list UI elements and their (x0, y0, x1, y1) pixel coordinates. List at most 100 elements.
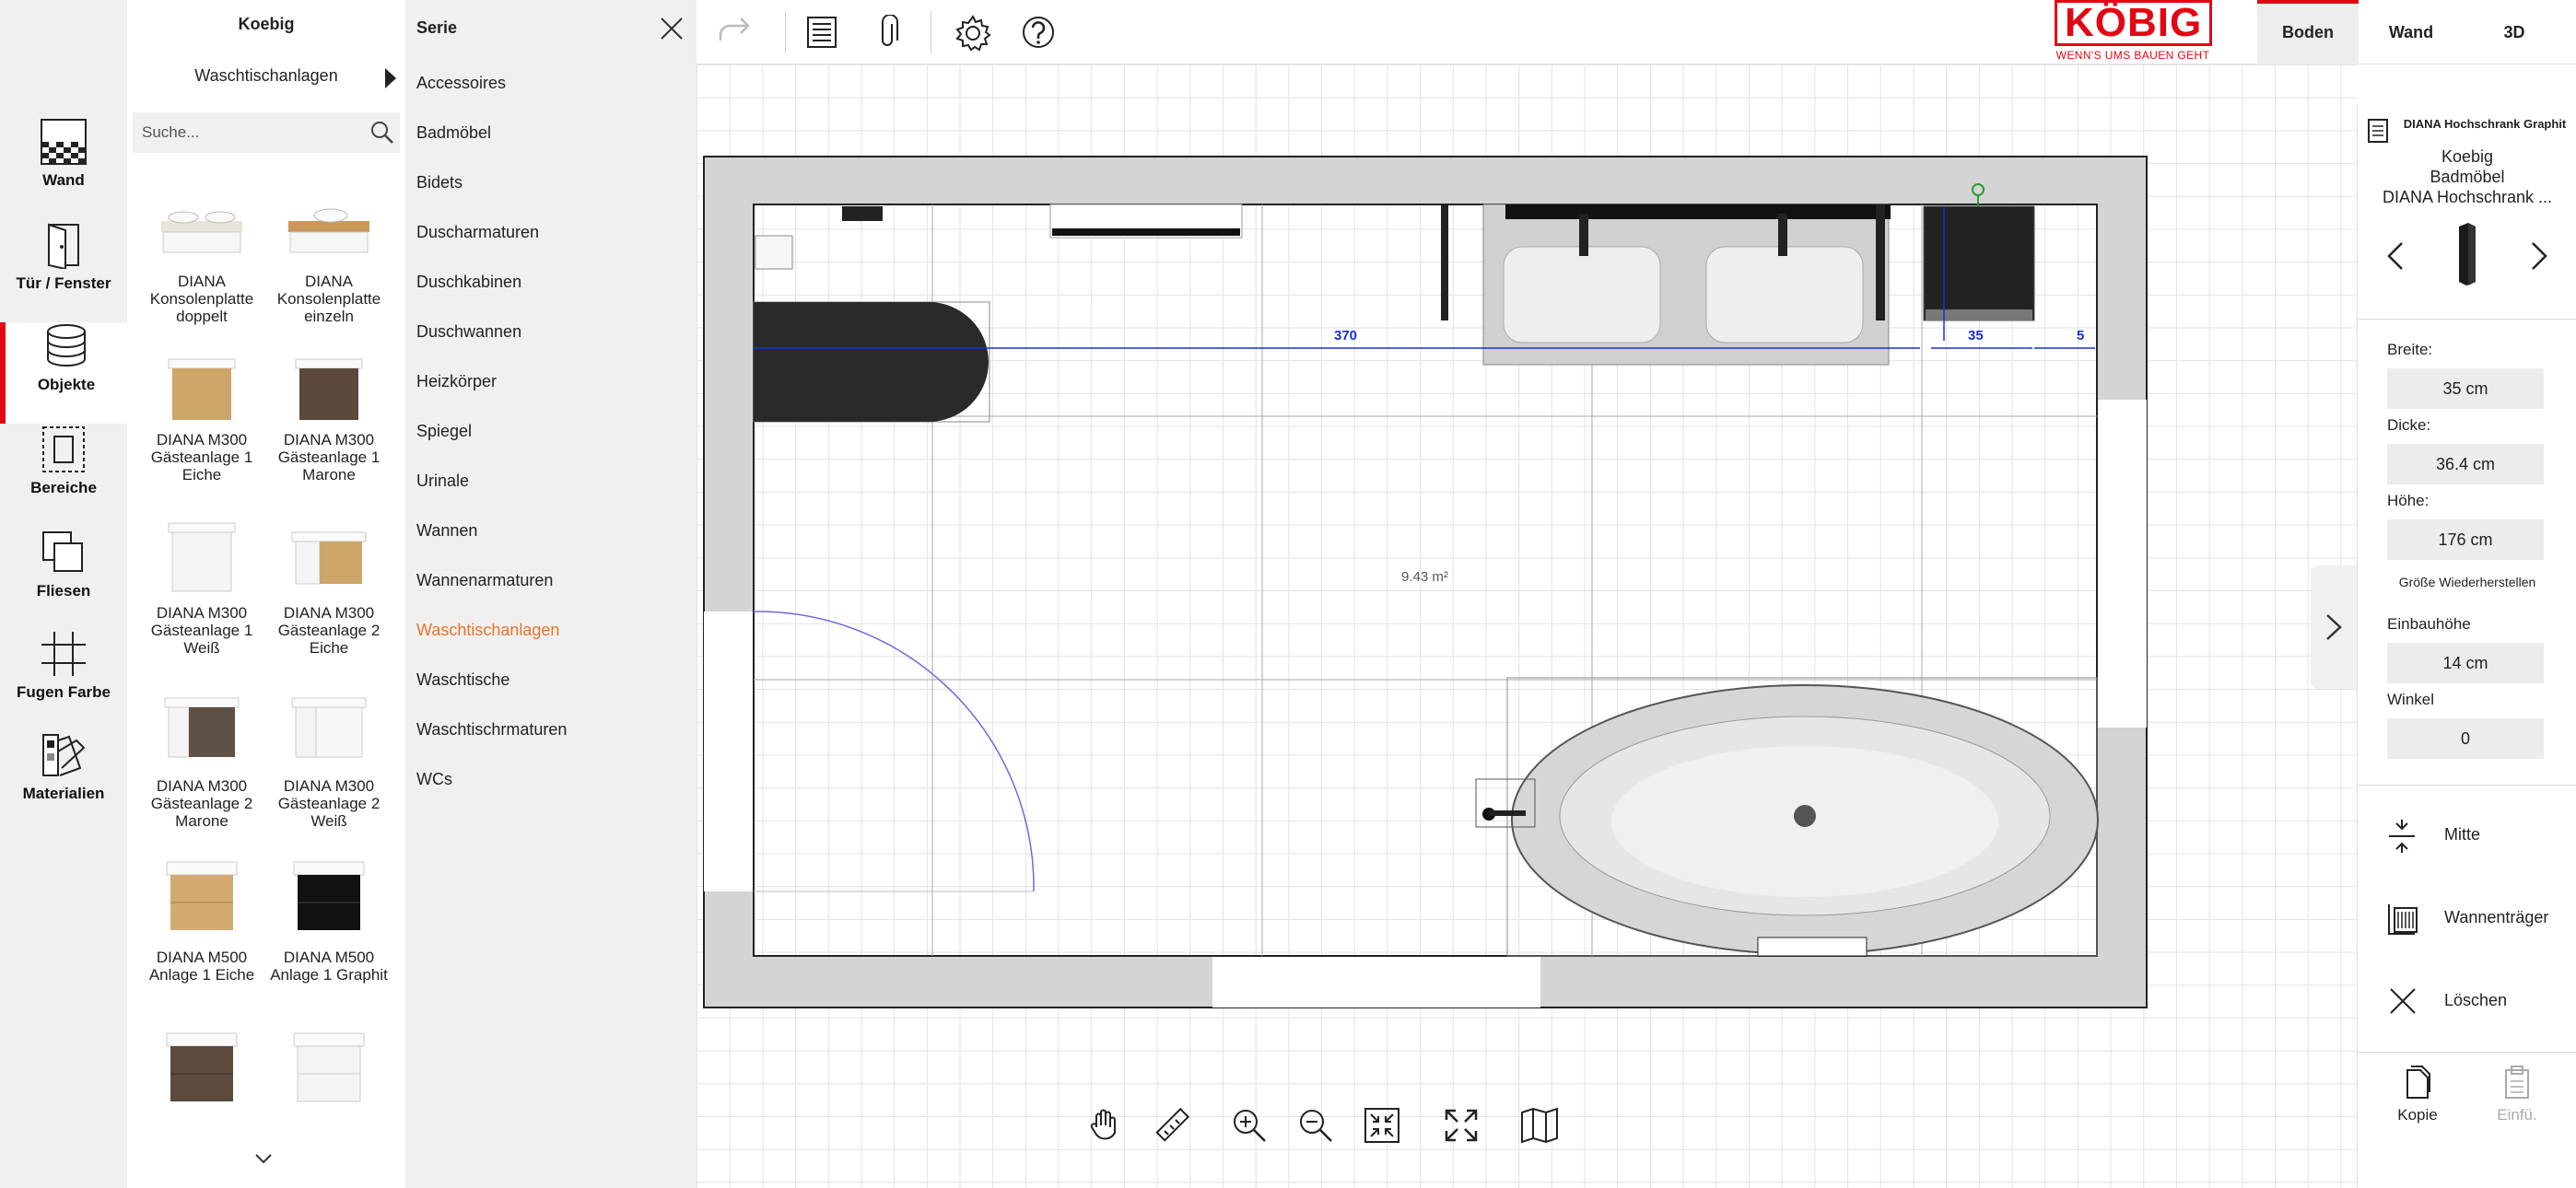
fit-to-screen-icon[interactable] (1364, 1107, 1400, 1144)
ruler-icon[interactable] (1153, 1107, 1190, 1144)
tab-floor[interactable]: Boden (2257, 0, 2359, 64)
help-icon[interactable] (1021, 15, 1056, 50)
product-item[interactable]: DIANA M300 Gästeanlage 1 Eiche (133, 339, 271, 483)
center-button[interactable]: Mitte (2358, 805, 2576, 866)
series-item[interactable]: Duscharmaturen (416, 223, 539, 242)
dimension-label[interactable]: 370 (1334, 328, 1357, 344)
floor-plan (703, 156, 2148, 1008)
product-thumbnail (156, 685, 248, 774)
settings-gear-icon[interactable] (954, 15, 991, 52)
dimension-label[interactable]: 5 (2077, 328, 2084, 344)
series-item[interactable]: Spiegel (416, 422, 472, 441)
product-item[interactable]: DIANA Konsolenplatte doppelt (133, 181, 271, 325)
series-item[interactable]: WCs (416, 770, 452, 789)
search-icon[interactable] (370, 121, 394, 145)
product-item[interactable]: DIANA M300 Gästeanlage 1 Marone (260, 339, 398, 483)
catalog-category[interactable]: Waschtischanlagen (127, 66, 405, 90)
series-item[interactable]: Duschkabinen (416, 273, 521, 292)
zoom-in-icon[interactable] (1231, 1107, 1268, 1144)
tool-grout-label: Fugen Farbe (16, 683, 111, 701)
tool-materials[interactable]: Materialien (0, 731, 127, 833)
paste-button[interactable]: Einfü. (2466, 1065, 2568, 1147)
product-thumbnail (156, 181, 248, 269)
product-thumbnail (283, 339, 375, 427)
pan-hand-icon[interactable] (1089, 1107, 1122, 1146)
zoom-out-icon[interactable] (1297, 1107, 1334, 1144)
tub-support-button[interactable]: Wannenträger (2358, 888, 2576, 949)
toolbar-divider (785, 11, 786, 53)
chevron-right-icon[interactable] (2529, 239, 2549, 273)
tool-tiles[interactable]: Fliesen (0, 529, 127, 630)
depth-field[interactable] (2387, 444, 2544, 484)
product-item[interactable]: DIANA M300 Gästeanlage 2 Weiß (260, 685, 398, 830)
tool-door-window[interactable]: Tür / Fenster (0, 221, 127, 322)
product-item[interactable]: DIANA M500 Anlage 1 Graphit (260, 856, 398, 984)
product-item[interactable] (260, 1028, 398, 1120)
series-item-active[interactable]: Waschtischanlagen (416, 621, 559, 640)
series-item[interactable]: Heizkörper (416, 372, 497, 391)
product-item[interactable] (133, 1028, 271, 1120)
mounting-height-field[interactable] (2387, 643, 2544, 683)
product-item[interactable]: DIANA Konsolenplatte einzeln (260, 181, 398, 325)
product-item[interactable]: DIANA M300 Gästeanlage 2 Eiche (260, 512, 398, 657)
height-field[interactable] (2387, 519, 2544, 560)
tall-cabinet-selected[interactable] (1923, 205, 2035, 321)
product-name: DIANA M300 Gästeanlage 2 Eiche (277, 604, 381, 657)
selected-object-title: DIANA Hochschrank Graphit (2403, 117, 2567, 131)
product-item[interactable]: DIANA M300 Gästeanlage 2 Marone (133, 685, 271, 830)
product-thumbnail (156, 856, 248, 945)
product-thumbnail (156, 1028, 248, 1116)
copy-button[interactable]: Kopie (2367, 1065, 2468, 1147)
product-name: DIANA M500 Anlage 1 Graphit (270, 949, 388, 984)
restore-size-button[interactable]: Größe Wiederherstellen (2358, 575, 2576, 589)
divider (2358, 1052, 2576, 1053)
tool-tiles-label: Fliesen (36, 582, 91, 600)
toilet-flush-plate[interactable] (755, 235, 793, 270)
logo-tagline: WENN'S UMS BAUEN GEHT (2055, 49, 2210, 62)
tool-wall[interactable]: Wand (0, 118, 127, 219)
chevron-down-icon[interactable] (252, 1151, 275, 1166)
tab-wall[interactable]: Wand (2360, 0, 2462, 64)
product-item[interactable]: DIANA M500 Anlage 1 Eiche (133, 856, 271, 984)
series-item[interactable]: Wannenarmaturen (416, 571, 553, 590)
redo-icon[interactable] (717, 15, 755, 48)
delete-label: Löschen (2444, 991, 2508, 1009)
toilet[interactable] (754, 302, 989, 422)
fullscreen-icon[interactable] (1443, 1107, 1480, 1144)
selected-object-brand: Koebig (2441, 147, 2494, 166)
series-item[interactable]: Waschtische (416, 670, 509, 690)
category-expand-arrow-icon[interactable] (385, 68, 396, 88)
product-item[interactable]: DIANA M300 Gästeanlage 1 Weiß (133, 512, 271, 657)
search-input[interactable] (133, 112, 363, 153)
series-item[interactable]: Bidets (416, 173, 463, 192)
map-icon[interactable] (1520, 1107, 1559, 1144)
attachment-icon[interactable] (875, 15, 899, 52)
floor-plan-canvas[interactable]: 9.43 m² 370 35 5 (697, 64, 2357, 1188)
width-field[interactable] (2387, 368, 2544, 409)
series-item[interactable]: Badmöbel (416, 123, 491, 143)
series-item[interactable]: Wannen (416, 521, 477, 541)
series-item[interactable]: Waschtischrmaturen (416, 720, 567, 740)
tool-areas[interactable]: Bereiche (0, 425, 127, 527)
list-document-icon[interactable] (805, 15, 838, 50)
tool-objects[interactable]: Objekte (0, 322, 127, 424)
selected-object-category: Badmöbel (2430, 168, 2505, 186)
angle-field[interactable] (2387, 718, 2544, 759)
door-icon (48, 223, 79, 269)
shower-rod[interactable] (1441, 204, 1448, 320)
series-item[interactable]: Duschwannen (416, 322, 521, 342)
close-icon[interactable] (660, 17, 684, 41)
chevron-left-icon[interactable] (2385, 239, 2406, 273)
series-title: Serie (416, 18, 458, 37)
product-name: DIANA M300 Gästeanlage 2 Marone (150, 777, 253, 830)
expand-panel-button[interactable] (2311, 565, 2357, 689)
tool-grout-color[interactable]: Fugen Farbe (0, 630, 127, 731)
delete-x-icon (2390, 988, 2416, 1014)
series-item[interactable]: Accessoires (416, 74, 506, 93)
delete-button[interactable]: Löschen (2358, 971, 2576, 1031)
series-item[interactable]: Urinale (416, 472, 469, 491)
tab-3d[interactable]: 3D (2464, 0, 2565, 64)
product-name: DIANA M300 Gästeanlage 1 Eiche (150, 431, 253, 483)
catalog-panel: Koebig Waschtischanlagen DIANA Konsolenp… (127, 0, 405, 1188)
dimension-label[interactable]: 35 (1968, 328, 1984, 344)
